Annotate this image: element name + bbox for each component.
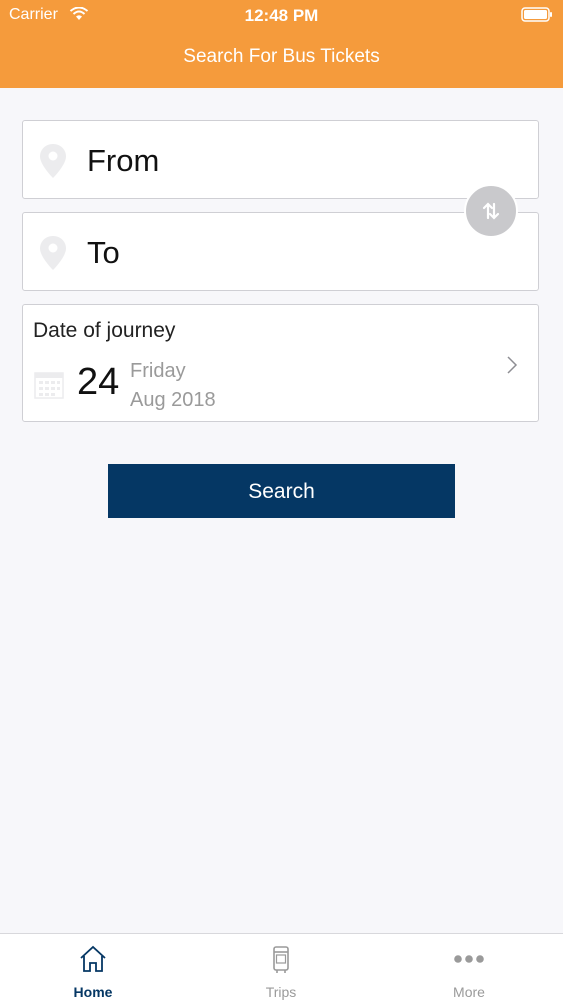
status-time: 12:48 PM xyxy=(244,6,319,25)
journey-weekday: Friday xyxy=(130,360,186,382)
tab-more-label: More xyxy=(453,984,485,1000)
battery-icon xyxy=(521,7,553,27)
calendar-icon xyxy=(34,369,64,404)
journey-month-year: Aug 2018 xyxy=(130,389,216,411)
tab-more[interactable]: More xyxy=(409,934,529,1001)
more-dots-icon xyxy=(454,955,484,963)
to-placeholder: To xyxy=(87,235,120,270)
status-bar: Carrier 12:48 PM xyxy=(0,0,563,30)
home-icon xyxy=(80,945,106,972)
date-of-journey-label: Date of journey xyxy=(33,319,176,342)
tab-home-label: Home xyxy=(73,984,113,1000)
journey-day: 24 xyxy=(77,361,120,403)
tab-home[interactable]: Home xyxy=(33,934,153,1001)
from-field[interactable]: From xyxy=(22,120,539,199)
tab-bar: Home Trips More xyxy=(0,933,563,1001)
from-placeholder: From xyxy=(87,143,160,178)
chevron-right-icon xyxy=(506,355,518,380)
page-title: Search For Bus Tickets xyxy=(183,46,380,67)
map-pin-icon xyxy=(39,235,67,276)
map-pin-icon xyxy=(39,143,67,184)
swap-arrows-icon xyxy=(482,202,500,220)
swap-button[interactable] xyxy=(464,184,518,238)
search-button[interactable]: Search xyxy=(108,464,455,518)
tab-trips-label: Trips xyxy=(265,984,297,1000)
to-field[interactable]: To xyxy=(22,212,539,291)
bus-icon xyxy=(273,946,289,973)
tab-trips[interactable]: Trips xyxy=(221,934,341,1001)
app-header: Carrier 12:48 PM Search For Bus Tickets xyxy=(0,0,563,88)
date-of-journey-card[interactable]: Date of journey 24 Friday Aug 2018 xyxy=(22,304,539,422)
